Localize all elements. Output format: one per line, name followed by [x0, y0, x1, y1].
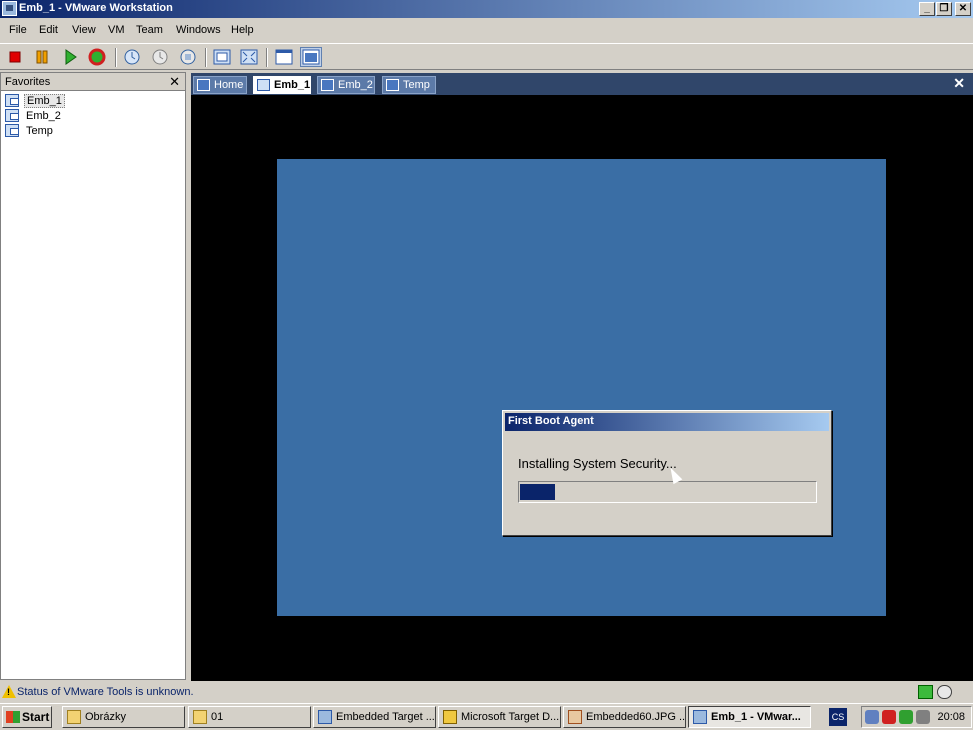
menu-vm[interactable]: VM: [108, 24, 125, 36]
menu-edit[interactable]: Edit: [39, 24, 58, 36]
taskbar-item-label: Microsoft Target D...: [461, 711, 560, 723]
taskbar-item-embedded-target[interactable]: Embedded Target ...: [313, 706, 436, 728]
tab-bar: Home Emb_1 Emb_2 Temp ✕: [191, 73, 973, 95]
power-on-icon[interactable]: [59, 47, 81, 67]
toolbar-separator: [266, 48, 268, 67]
dialog-title-bar: First Boot Agent: [505, 413, 829, 431]
image-editor-icon: [568, 710, 582, 724]
vm-console-area[interactable]: Home Emb_1 Emb_2 Temp ✕ First Boot Agent…: [191, 73, 973, 681]
pause-icon[interactable]: [31, 47, 53, 67]
start-label: Start: [22, 710, 50, 724]
taskbar-item-label: Obrázky: [85, 711, 126, 723]
tab-label: Emb_2: [338, 79, 373, 91]
taskbar-item-embedded60-jpg[interactable]: Embedded60.JPG ...: [563, 706, 686, 728]
taskbar-item-label: Embedded Target ...: [336, 711, 435, 723]
language-indicator[interactable]: CS: [829, 708, 847, 726]
tab-label: Temp: [403, 79, 430, 91]
revert-snapshot-icon[interactable]: [149, 47, 171, 67]
folder-icon: [193, 710, 207, 724]
toolbar-separator: [205, 48, 207, 67]
progress-bar: [518, 481, 817, 503]
minimize-button[interactable]: _: [919, 2, 935, 16]
full-screen-icon[interactable]: [211, 47, 233, 67]
target-designer-icon: [443, 710, 457, 724]
taskbar-item-label: 01: [211, 711, 224, 723]
summary-view-icon[interactable]: [273, 47, 295, 67]
tab-close-icon[interactable]: ✕: [953, 75, 965, 92]
favorites-title: Favorites: [5, 76, 51, 88]
vm-icon: [386, 79, 399, 91]
start-button[interactable]: Start: [2, 706, 52, 728]
favorites-header: Favorites ✕: [1, 73, 185, 91]
guest-screen[interactable]: First Boot Agent Installing System Secur…: [277, 159, 886, 616]
menu-file[interactable]: File: [9, 24, 27, 36]
tab-emb2[interactable]: Emb_2: [317, 76, 375, 94]
menu-windows[interactable]: Windows: [176, 24, 221, 36]
favorites-item-label: Temp: [26, 125, 53, 137]
status-text[interactable]: Status of VMware Tools is unknown.: [17, 686, 194, 698]
taskbar-item-label: Emb_1 - VMwar...: [711, 711, 801, 723]
tab-emb1[interactable]: Emb_1: [253, 76, 311, 94]
taskbar-item-obrazky[interactable]: Obrázky: [62, 706, 185, 728]
vm-icon: [5, 124, 19, 137]
menu-team[interactable]: Team: [136, 24, 163, 36]
favorites-item-label: Emb_2: [26, 110, 61, 122]
title-bar: Emb_1 - VMware Workstation _ ❐ ✕: [0, 0, 973, 18]
tab-home[interactable]: Home: [193, 76, 247, 94]
menu-help[interactable]: Help: [231, 24, 254, 36]
vmware-icon: [693, 710, 707, 724]
taskbar-item-01[interactable]: 01: [188, 706, 311, 728]
progress-fill: [520, 484, 555, 500]
taskbar-item-label: Embedded60.JPG ...: [586, 711, 686, 723]
tab-label: Home: [214, 79, 244, 91]
power-off-icon[interactable]: [4, 47, 26, 67]
tab-label: Emb_1: [274, 79, 311, 91]
taskbar-item-vmware[interactable]: Emb_1 - VMwar...: [688, 706, 811, 728]
antivirus-tray-icon[interactable]: [882, 710, 896, 724]
taskbar-item-microsoft-target-designer[interactable]: Microsoft Target D...: [438, 706, 561, 728]
dialog-message: Installing System Security...: [518, 456, 677, 471]
menu-bar: File Edit View VM Team Windows Help: [0, 20, 973, 42]
volume-tray-icon[interactable]: [916, 710, 930, 724]
system-tray: 20:08: [861, 706, 972, 728]
vm-icon: [5, 94, 19, 107]
favorites-close-icon[interactable]: ✕: [169, 74, 180, 90]
favorites-item-label: Emb_1: [24, 94, 65, 108]
security-tray-icon[interactable]: [899, 710, 913, 724]
vm-icon: [257, 79, 270, 91]
quick-switch-icon[interactable]: [238, 47, 260, 67]
network-device-icon[interactable]: [918, 685, 933, 699]
vmware-app-icon[interactable]: [2, 1, 17, 16]
application-icon: [318, 710, 332, 724]
tab-temp[interactable]: Temp: [382, 76, 436, 94]
warning-icon: [2, 685, 16, 698]
close-button[interactable]: ✕: [955, 2, 971, 16]
taskbar: Start Obrázky 01 Embedded Target ... Mic…: [0, 703, 973, 730]
reset-icon[interactable]: [86, 47, 108, 67]
favorites-panel: Favorites ✕ Emb_1 Emb_2 Temp: [0, 72, 186, 680]
clock[interactable]: 20:08: [937, 711, 965, 723]
menu-view[interactable]: View: [72, 24, 96, 36]
toolbar: [0, 43, 973, 70]
restore-button[interactable]: ❐: [936, 2, 952, 16]
console-view-icon[interactable]: [300, 47, 322, 67]
vm-icon: [5, 109, 19, 122]
windows-logo-icon: [6, 711, 20, 723]
vm-icon: [321, 79, 334, 91]
window-title: Emb_1 - VMware Workstation: [19, 2, 173, 14]
disk-device-icon[interactable]: [937, 685, 952, 699]
dialog-title: First Boot Agent: [508, 415, 594, 427]
folder-icon: [67, 710, 81, 724]
home-icon: [197, 79, 210, 91]
snapshot-icon[interactable]: [121, 47, 143, 67]
snapshot-manager-icon[interactable]: [177, 47, 199, 67]
status-bar: Status of VMware Tools is unknown.: [0, 682, 973, 702]
network-tray-icon[interactable]: [865, 710, 879, 724]
toolbar-separator: [115, 48, 117, 67]
